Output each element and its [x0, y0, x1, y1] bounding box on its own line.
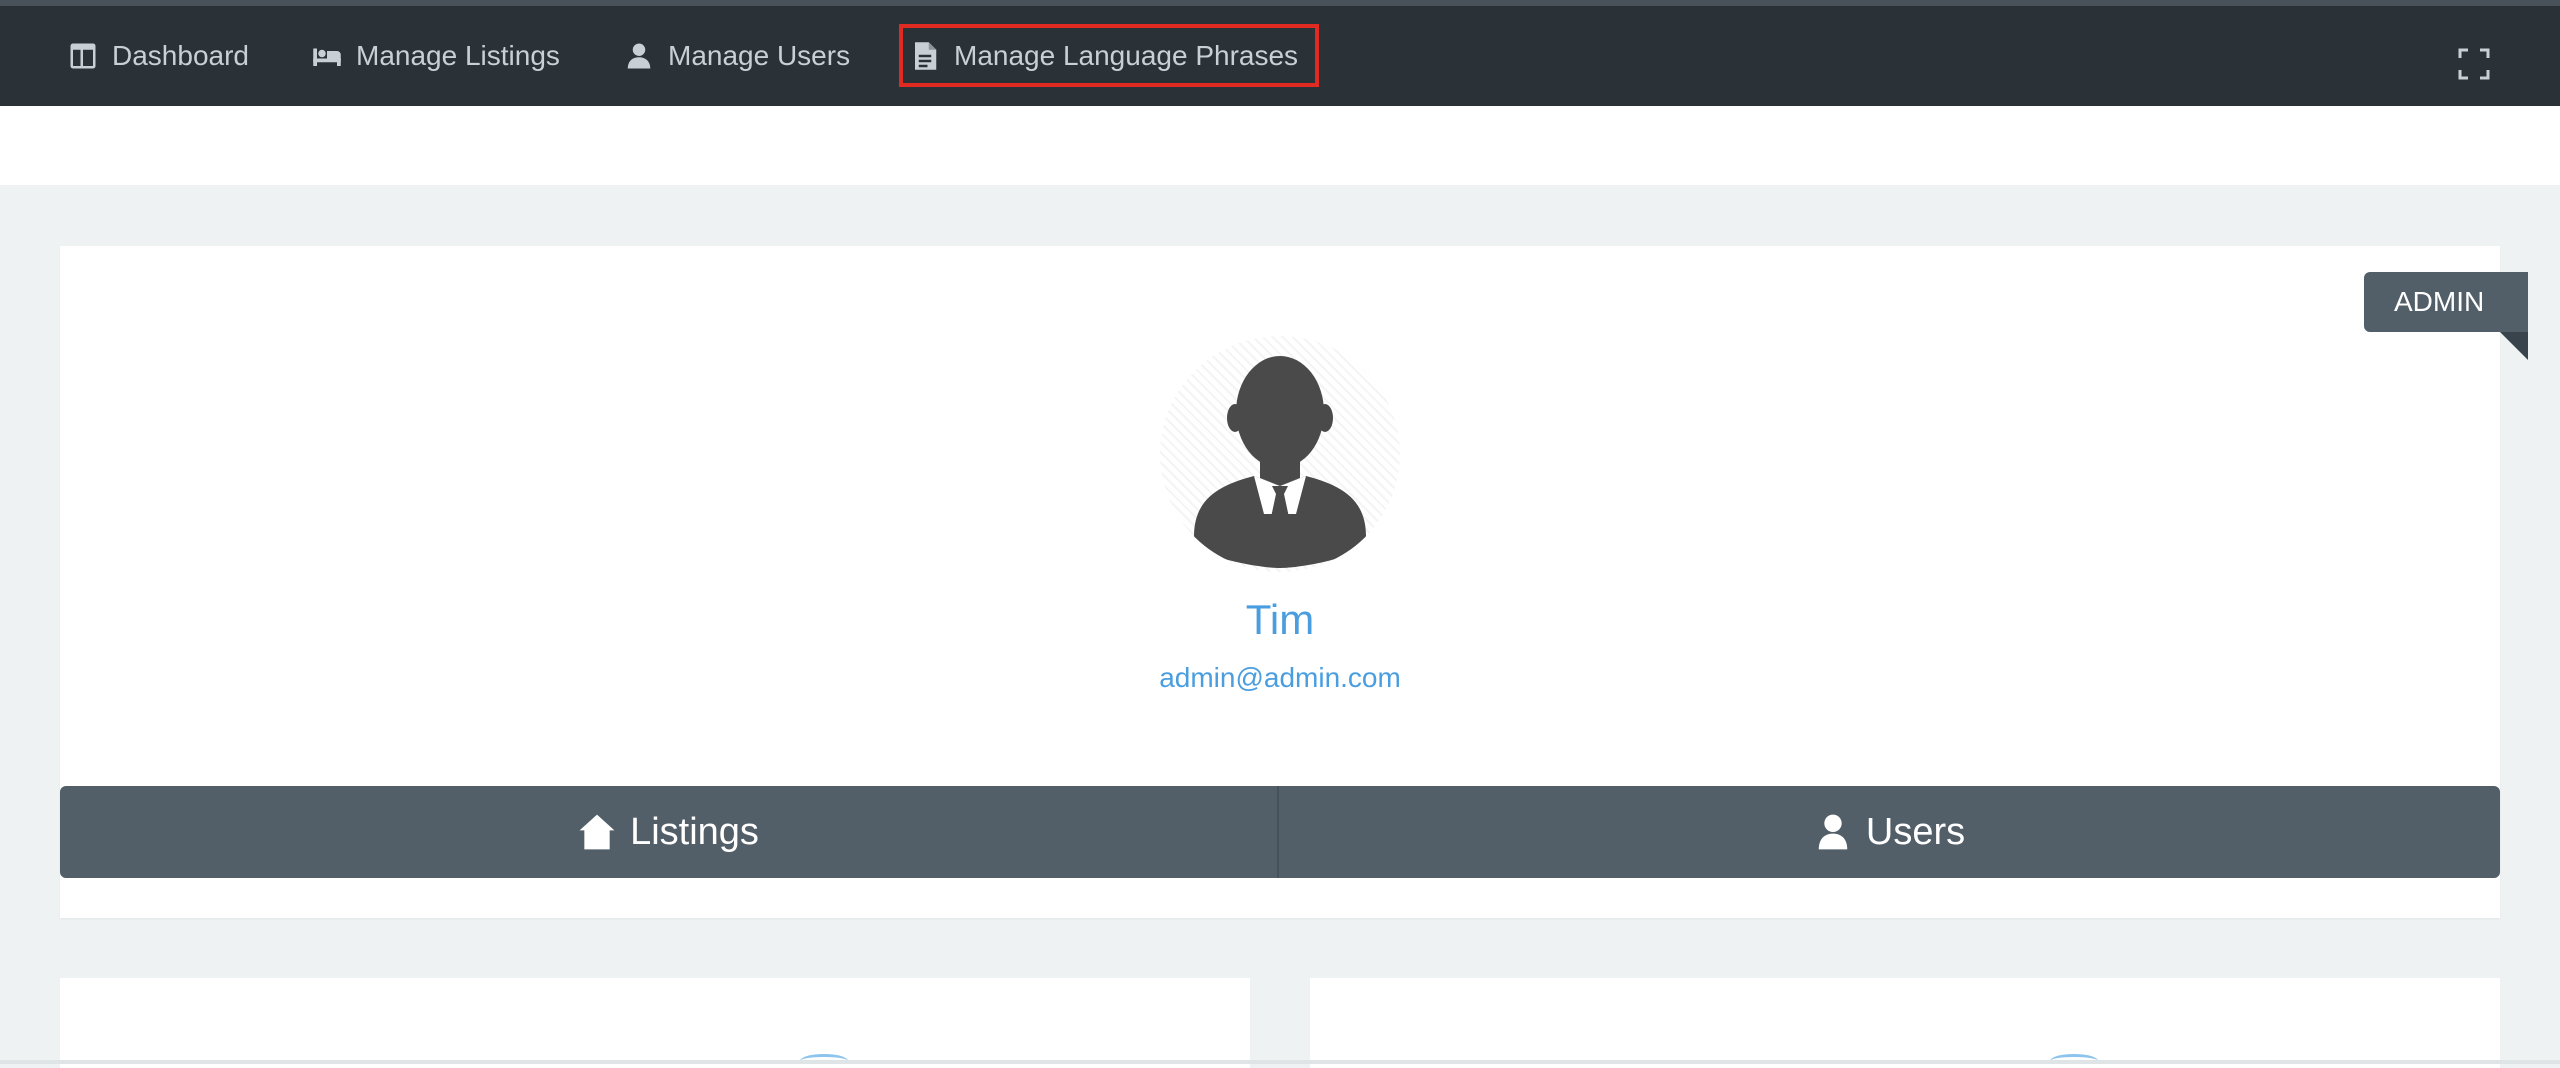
avatar: [1160, 336, 1400, 572]
nav-item-manage-listings[interactable]: Manage Listings: [312, 28, 560, 84]
admin-badge: ADMIN: [2364, 272, 2528, 332]
nav-item-dashboard[interactable]: Dashboard: [68, 28, 249, 84]
dashboard-icon: [70, 43, 96, 69]
profile-name: Tim: [1245, 596, 1315, 643]
fullscreen-icon[interactable]: [2458, 48, 2490, 80]
bottom-divider: [0, 1060, 2560, 1064]
stats-card-listings: [60, 978, 1250, 1068]
admin-badge-fold: [2500, 332, 2528, 360]
nav-item-label: Dashboard: [112, 40, 249, 71]
tab-label: Listings: [630, 810, 759, 853]
nav-highlight-box: [899, 24, 1319, 87]
nav-item-label: Manage Users: [668, 40, 851, 71]
home-icon: [579, 814, 615, 850]
nav-item-manage-users[interactable]: Manage Users: [624, 28, 850, 84]
tab-listings[interactable]: Listings: [60, 786, 1277, 878]
tab-users[interactable]: Users: [1279, 786, 2500, 878]
bed-icon: [313, 48, 341, 66]
user-icon: [627, 43, 651, 69]
profile-email[interactable]: admin@admin.com: [0, 662, 2560, 694]
nav-item-label: Manage Listings: [356, 40, 560, 71]
stats-card-users: [1310, 978, 2500, 1068]
user-icon: [1818, 814, 1848, 850]
subheader-strip: [0, 106, 2560, 185]
businessman-avatar-icon: [1194, 356, 1366, 568]
tab-label: Users: [1865, 810, 1966, 853]
